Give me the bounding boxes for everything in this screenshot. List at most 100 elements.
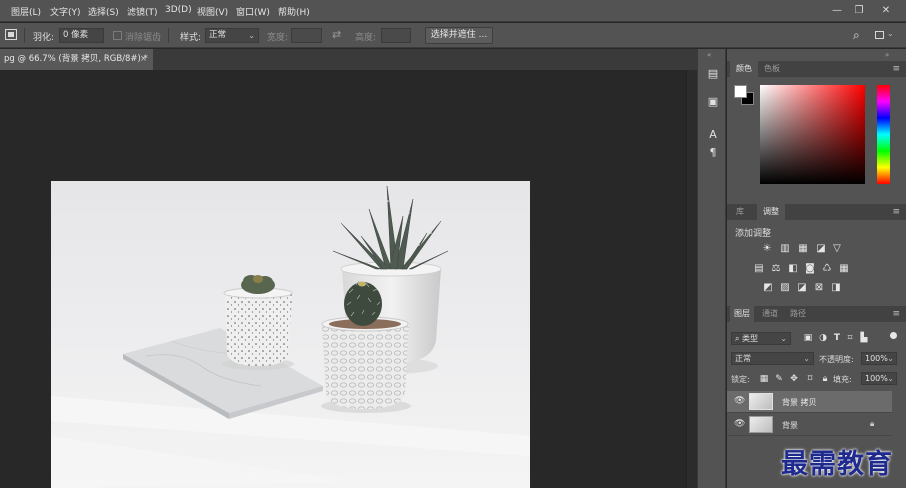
- document-tab-title: pg @ 66.7% (背景 拷贝, RGB/8#) *: [4, 54, 148, 64]
- tab-adjustments[interactable]: 调整: [757, 204, 785, 220]
- watermark-text: 最需教育: [781, 449, 893, 480]
- tab-libraries[interactable]: 库: [730, 204, 750, 220]
- antialias-checkbox[interactable]: [113, 31, 122, 40]
- menu-filter[interactable]: 滤镜(T): [127, 5, 158, 18]
- filter-adjustment-icon[interactable]: ◑: [817, 333, 829, 344]
- vibrance-icon[interactable]: ▽: [831, 243, 843, 254]
- history-icon[interactable]: ▤: [704, 67, 722, 81]
- posterize-icon[interactable]: ▨: [779, 282, 791, 293]
- tab-swatches[interactable]: 色板: [758, 61, 786, 77]
- hue-saturation-icon[interactable]: ▤: [753, 263, 765, 274]
- fill-chevron-icon: ⌄: [887, 374, 894, 383]
- menu-view[interactable]: 视图(V): [197, 5, 228, 18]
- lock-artboard-icon[interactable]: ⌑: [804, 374, 816, 385]
- minimize-icon[interactable]: —: [827, 3, 847, 18]
- selection-mode-icon[interactable]: [5, 29, 17, 40]
- tab-close-icon[interactable]: ×: [140, 49, 147, 70]
- black-white-icon[interactable]: ◧: [787, 263, 799, 274]
- blend-mode-select[interactable]: 正常 ⌄: [731, 352, 814, 365]
- select-and-mask-button[interactable]: 选择并遮住 ...: [425, 27, 493, 44]
- foreground-color-swatch[interactable]: [734, 85, 747, 98]
- canvas-area[interactable]: [4, 70, 686, 488]
- hue-slider[interactable]: [877, 85, 890, 184]
- layer-row-bg-copy[interactable]: 👁︎ 背景 拷贝: [727, 391, 892, 413]
- opacity-label: 不透明度:: [819, 355, 854, 364]
- collapse-panels-icon[interactable]: »: [885, 51, 889, 59]
- menu-help[interactable]: 帮助(H): [278, 5, 310, 18]
- tab-channels[interactable]: 通道: [758, 306, 782, 322]
- width-label: 宽度:: [267, 33, 289, 43]
- menu-bar: 图层(L) 文字(Y) 选择(S) 滤镜(T) 3D(D) 视图(V) 窗口(W…: [0, 0, 906, 22]
- visibility-eye-icon[interactable]: 👁︎: [734, 419, 745, 429]
- document-tab-bar: pg @ 66.7% (背景 拷贝, RGB/8#) * ×: [0, 49, 697, 70]
- menu-3d[interactable]: 3D(D): [165, 5, 192, 15]
- layer-name[interactable]: 背景: [782, 420, 798, 431]
- fill-input[interactable]: 100% ⌄: [861, 372, 897, 385]
- layers-panel-menu-icon[interactable]: ≡: [892, 309, 900, 319]
- blend-chevron-icon: ⌄: [803, 354, 810, 363]
- lock-transparency-icon[interactable]: ▦: [758, 374, 770, 385]
- layer-name[interactable]: 背景 拷贝: [782, 397, 817, 408]
- gradient-map-icon[interactable]: ⊠: [813, 282, 825, 293]
- height-label: 高度:: [355, 33, 377, 43]
- tab-color[interactable]: 颜色: [730, 61, 758, 77]
- filter-type-icon[interactable]: T: [831, 333, 843, 344]
- character-icon[interactable]: A: [704, 128, 722, 142]
- right-panel-dock: » 颜色 色板 ≡ 库 调整 ≡ 添加调整 ☀ ▥ ▦ ◪ ▽ ▤ ⚖ ◧ ◙ …: [727, 49, 906, 488]
- filter-shape-icon[interactable]: ⌗: [844, 333, 856, 344]
- adjustments-panel-menu-icon[interactable]: ≡: [892, 207, 900, 217]
- search-icon[interactable]: ⌕: [853, 28, 860, 43]
- height-input[interactable]: [381, 28, 411, 43]
- close-icon[interactable]: ✕: [876, 3, 896, 18]
- selective-color-icon[interactable]: ◨: [830, 282, 842, 293]
- style-select[interactable]: 正常 ⌄: [205, 28, 259, 43]
- color-balance-icon[interactable]: ⚖: [770, 263, 782, 274]
- color-lookup-icon[interactable]: ▦: [838, 263, 850, 274]
- lock-position-icon[interactable]: ✥: [788, 374, 800, 385]
- lock-all-icon[interactable]: 🔒︎: [819, 374, 831, 385]
- channel-mixer-icon[interactable]: ♺: [821, 263, 833, 274]
- canvas-image[interactable]: [51, 181, 530, 488]
- tab-layers[interactable]: 图层: [730, 306, 754, 322]
- width-input[interactable]: [291, 28, 322, 43]
- menu-select[interactable]: 选择(S): [88, 5, 119, 18]
- menu-window[interactable]: 窗口(W): [236, 5, 270, 18]
- visibility-eye-icon[interactable]: 👁︎: [734, 396, 745, 406]
- filter-chevron-icon: ⌄: [780, 334, 787, 343]
- menu-layer[interactable]: 图层(L): [11, 5, 41, 18]
- menu-type[interactable]: 文字(Y): [50, 5, 81, 18]
- invert-icon[interactable]: ◩: [762, 282, 774, 293]
- opacity-input[interactable]: 100% ⌄: [861, 352, 897, 365]
- layer-filter-value: 类型: [742, 334, 759, 343]
- color-panel-menu-icon[interactable]: ≡: [892, 64, 900, 74]
- paragraph-icon[interactable]: ¶: [704, 146, 722, 160]
- photo-filter-icon[interactable]: ◙: [804, 263, 816, 274]
- workspace-icon[interactable]: [875, 31, 884, 39]
- brightness-icon[interactable]: ☀: [761, 243, 773, 254]
- threshold-icon[interactable]: ◪: [796, 282, 808, 293]
- properties-icon[interactable]: ▣: [704, 95, 722, 109]
- exposure-icon[interactable]: ◪: [815, 243, 827, 254]
- filter-smart-object-icon[interactable]: ▙: [858, 333, 870, 344]
- tab-paths[interactable]: 路径: [786, 306, 810, 322]
- color-picker-field[interactable]: [760, 85, 865, 184]
- document-tab[interactable]: pg @ 66.7% (背景 拷贝, RGB/8#) * ×: [0, 49, 153, 70]
- feather-input[interactable]: 0 像素: [59, 28, 104, 43]
- lock-pixels-icon[interactable]: ✎: [773, 374, 785, 385]
- options-bar: 羽化: 0 像素 消除锯齿 样式: 正常 ⌄ 宽度: ⇄ 高度: 选择并遮住 .…: [0, 23, 906, 48]
- layer-row-background[interactable]: 👁︎ 背景 🔒︎: [727, 414, 892, 436]
- curves-icon[interactable]: ▦: [797, 243, 809, 254]
- opacity-value: 100%: [865, 354, 888, 363]
- filter-search-icon: ⌕: [735, 334, 743, 343]
- antialias-label: 消除锯齿: [125, 33, 162, 43]
- adjustments-panel-header: 库 调整 ≡: [727, 204, 906, 220]
- restore-icon[interactable]: ❐: [849, 3, 869, 18]
- collapse-icon[interactable]: «: [707, 51, 711, 59]
- vertical-scrollbar[interactable]: [686, 70, 697, 488]
- swap-icon[interactable]: ⇄: [332, 28, 341, 41]
- filter-pixel-icon[interactable]: ▣: [802, 333, 814, 344]
- layer-filter-select[interactable]: ⌕ 类型 ⌄: [731, 332, 791, 345]
- workspace-chevron-icon[interactable]: ⌄: [887, 29, 894, 38]
- filter-toggle-icon[interactable]: [890, 332, 897, 339]
- levels-icon[interactable]: ▥: [779, 243, 791, 254]
